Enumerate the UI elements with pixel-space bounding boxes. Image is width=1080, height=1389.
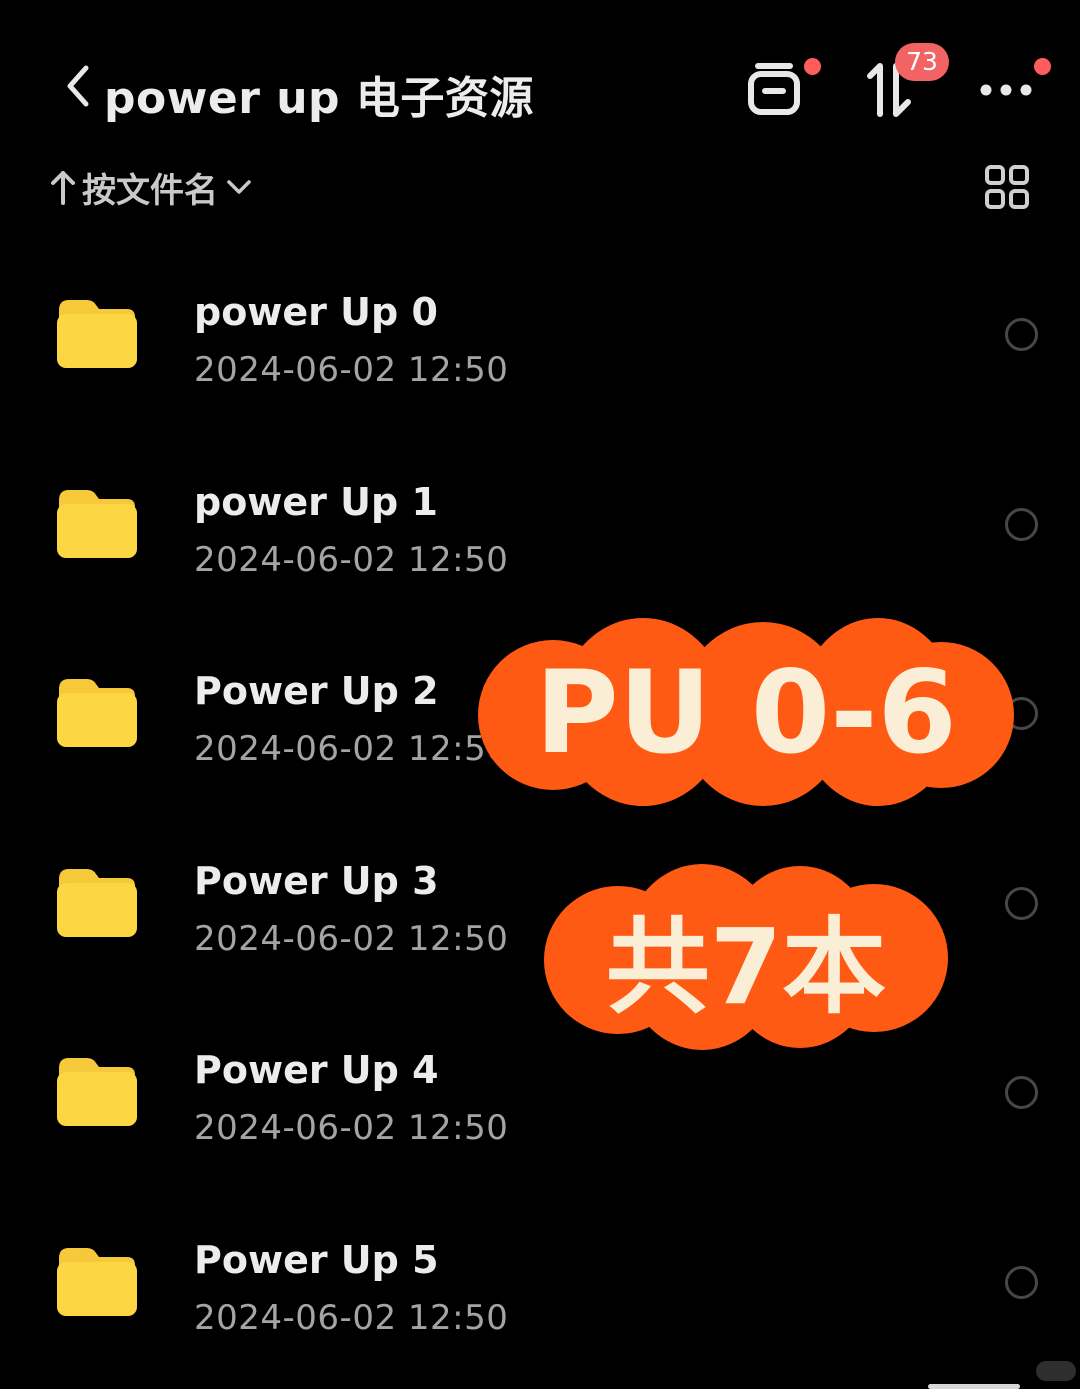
notification-dot	[804, 58, 821, 75]
file-name: power Up 1	[194, 479, 438, 524]
chevron-down-icon	[227, 180, 251, 194]
folder-icon	[57, 868, 137, 937]
top-bar: power up 电子资源 73	[0, 0, 1080, 150]
folder-icon	[57, 300, 137, 368]
file-name: Power Up 5	[194, 1237, 439, 1282]
file-name: Power Up 2	[194, 669, 439, 714]
sort-label: 按文件名	[82, 170, 218, 211]
folder-icon	[57, 1247, 137, 1316]
folder-icon	[57, 1058, 137, 1127]
list-item[interactable]: Power Up 5 2024-06-02 12:50	[0, 1188, 1080, 1378]
file-date: 2024-06-02 12:50	[194, 1108, 509, 1149]
sort-selector[interactable]: 按文件名	[50, 162, 254, 212]
clipboard-icon[interactable]	[745, 58, 805, 118]
notification-dot	[1034, 58, 1051, 75]
file-date: 2024-06-02 12:50	[194, 918, 509, 959]
list-item[interactable]: power Up 0 2024-06-02 12:50	[0, 240, 1080, 430]
home-indicator	[928, 1384, 1020, 1389]
file-name: Power Up 4	[194, 1048, 439, 1093]
file-date: 2024-06-02 12:50	[194, 350, 509, 390]
file-date: 2024-06-02 12:50	[194, 1297, 509, 1338]
folder-icon	[57, 679, 137, 748]
more-options-icon[interactable]	[978, 80, 1034, 100]
select-radio[interactable]	[1005, 1265, 1038, 1299]
select-radio[interactable]	[1005, 507, 1038, 541]
watermark	[1036, 1361, 1076, 1381]
file-date: 2024-06-02 12:50	[194, 539, 509, 580]
select-radio[interactable]	[1005, 1076, 1038, 1110]
folder-icon	[57, 489, 137, 558]
file-name: power Up 0	[194, 290, 438, 334]
back-chevron-icon[interactable]	[58, 56, 98, 116]
file-name: Power Up 3	[194, 858, 439, 903]
page-title: power up 电子资源	[104, 73, 534, 124]
select-radio[interactable]	[1005, 318, 1038, 351]
list-item[interactable]: power Up 1 2024-06-02 12:50	[0, 430, 1080, 620]
file-list: power Up 0 2024-06-02 12:50 power Up 1 2…	[0, 240, 1080, 1378]
sticker-headline-text: PU 0-6	[535, 645, 957, 779]
promo-sticker-count: 共7本	[544, 864, 948, 1050]
transfer-count-badge: 73	[895, 43, 949, 81]
promo-sticker-headline: PU 0-6	[478, 618, 1014, 806]
grid-view-icon[interactable]	[984, 164, 1030, 210]
file-date: 2024-06-02 12:50	[194, 729, 509, 770]
sort-ascending-arrow-icon	[51, 171, 75, 205]
select-radio[interactable]	[1005, 886, 1038, 920]
sticker-count-text: 共7本	[605, 905, 887, 1028]
